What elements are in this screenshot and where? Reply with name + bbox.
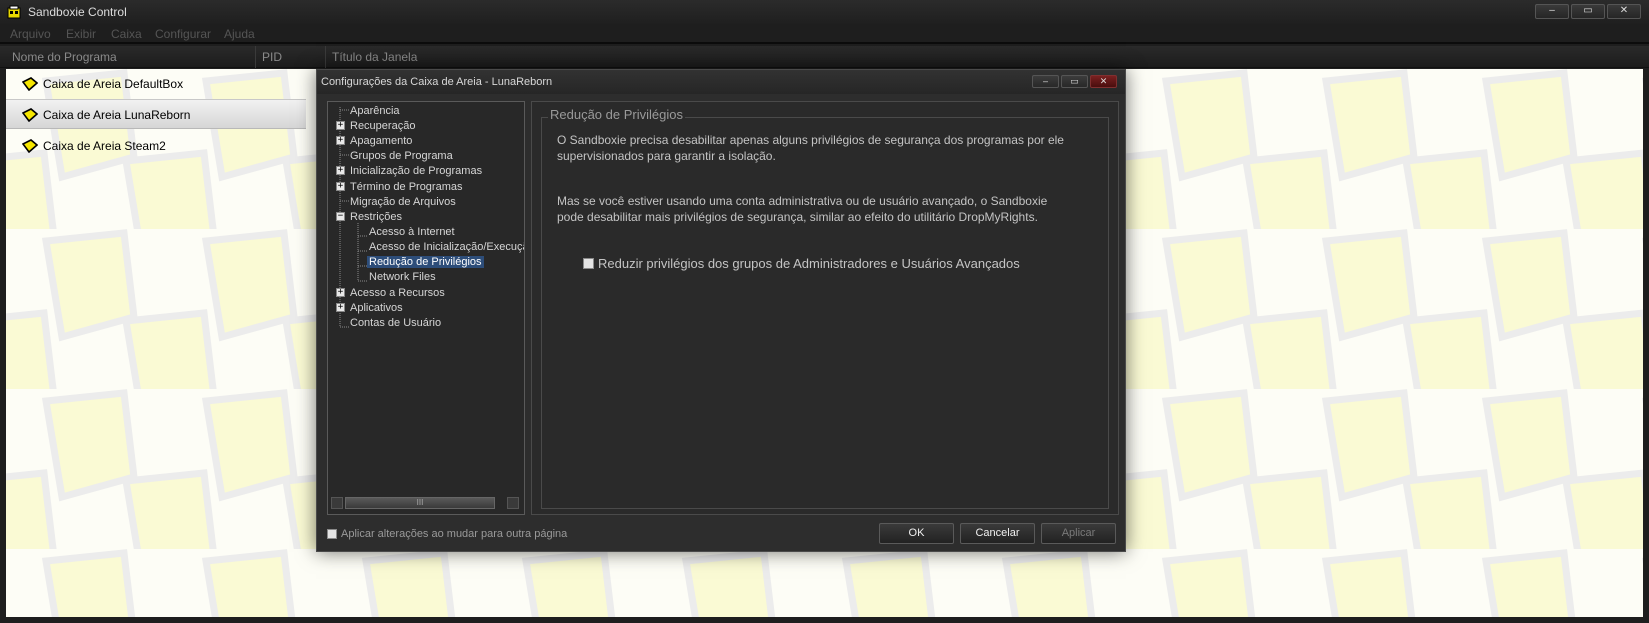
column-program-name[interactable]: Nome do Programa [12,50,117,64]
dialog-close-button[interactable]: ✕ [1090,75,1117,88]
column-pid[interactable]: PID [262,50,282,64]
sandbox-settings-dialog: Configurações da Caixa de Areia - LunaRe… [316,69,1126,552]
tree-item-reducao-de-privilegios[interactable]: Redução de Privilégios [367,256,484,268]
description-paragraph-1: O Sandboxie precisa desabilitar apenas a… [557,133,1064,163]
sandbox-icon [22,108,38,122]
cancel-button[interactable]: Cancelar [960,523,1035,544]
menu-arquivo[interactable]: Arquivo [10,27,51,41]
tree-item-grupos-de-programa[interactable]: Grupos de Programa [350,150,453,162]
apply-on-switch-option[interactable]: Aplicar alterações ao mudar para outra p… [327,528,567,540]
description-paragraph-2: Mas se você estiver usando uma conta adm… [557,194,1048,224]
scroll-left-button[interactable] [331,497,343,509]
sandbox-icon [22,139,38,153]
group-box [541,117,1109,509]
sandbox-icon [22,77,38,91]
main-titlebar: Sandboxie Control – ▭ ✕ [0,0,1649,24]
reduce-privileges-checkbox[interactable] [583,258,594,269]
apply-button[interactable]: Aplicar [1041,523,1116,544]
tree-item-acesso-de-inicializacao[interactable]: Acesso de Inicialização/Execução [369,241,524,253]
settings-page: Redução de Privilégios O Sandboxie preci… [531,101,1119,515]
maximize-button[interactable]: ▭ [1571,4,1605,19]
scroll-right-button[interactable] [507,497,519,509]
dialog-title: Configurações da Caixa de Areia - LunaRe… [321,76,553,88]
tree-item-aplicativos[interactable]: Aplicativos [350,302,403,314]
column-window-title[interactable]: Título da Janela [332,50,417,64]
tree-horizontal-scrollbar[interactable]: III [331,497,521,511]
ok-button[interactable]: OK [879,523,954,544]
expand-icon[interactable]: + [336,288,345,297]
sandbox-row-steam2[interactable]: Caixa de Areia Steam2 [6,131,306,161]
expand-icon[interactable]: + [336,303,345,312]
minimize-button[interactable]: – [1535,4,1569,19]
apply-on-switch-checkbox[interactable] [327,529,337,539]
tree-item-aparencia[interactable]: Aparência [350,105,400,117]
apply-on-switch-label[interactable]: Aplicar alterações ao mudar para outra p… [341,528,567,540]
close-button[interactable]: ✕ [1607,4,1641,19]
tree-item-acesso-a-recursos[interactable]: Acesso a Recursos [350,287,445,299]
collapse-icon[interactable]: − [336,212,345,221]
page-title: Redução de Privilégios [548,107,685,122]
sandbox-row-defaultbox[interactable]: Caixa de Areia DefaultBox [6,69,306,99]
reduce-privileges-label[interactable]: Reduzir privilégios dos grupos de Admini… [598,256,1020,271]
column-divider[interactable] [325,46,326,68]
dialog-maximize-button[interactable]: ▭ [1061,75,1088,88]
column-header: Nome do Programa PID Título da Janela [0,46,1649,68]
menu-exibir[interactable]: Exibir [66,27,96,41]
tree-item-restricoes[interactable]: Restrições [350,211,402,223]
column-divider[interactable] [255,46,256,68]
window-title: Sandboxie Control [28,5,127,19]
menu-bar: Arquivo Exibir Caixa Configurar Ajuda [0,24,1649,44]
menu-caixa[interactable]: Caixa [111,27,142,41]
tree-item-contas-de-usuario[interactable]: Contas de Usuário [350,317,441,329]
tree-item-apagamento[interactable]: Apagamento [350,135,412,147]
menu-ajuda[interactable]: Ajuda [224,27,255,41]
expand-icon[interactable]: + [336,166,345,175]
reduce-privileges-option[interactable]: Reduzir privilégios dos grupos de Admini… [583,256,1020,271]
settings-tree[interactable]: + + + + − + + Aparência Recuperação Apag… [327,101,525,515]
tree-item-recuperacao[interactable]: Recuperação [350,120,415,132]
tree-item-migracao-de-arquivos[interactable]: Migração de Arquivos [350,196,456,208]
menu-configurar[interactable]: Configurar [155,27,211,41]
dialog-titlebar: Configurações da Caixa de Areia - LunaRe… [317,70,1125,94]
window-bottom-border [0,617,1649,623]
tree-item-acesso-a-internet[interactable]: Acesso à Internet [369,226,455,238]
sandbox-label: Caixa de Areia DefaultBox [43,77,184,91]
expand-icon[interactable]: + [336,182,345,191]
expand-icon[interactable]: + [336,136,345,145]
scroll-thumb[interactable]: III [345,497,495,509]
tree-item-termino-de-programas[interactable]: Término de Programas [350,181,463,193]
sandbox-row-lunareborn[interactable]: Caixa de Areia LunaReborn [6,99,306,129]
tree-item-network-files[interactable]: Network Files [369,271,436,283]
sandbox-label: Caixa de Areia Steam2 [43,139,166,153]
dialog-minimize-button[interactable]: – [1032,75,1059,88]
sandboxie-app-icon [7,5,21,19]
expand-icon[interactable]: + [336,121,345,130]
tree-item-inicializacao-de-programas[interactable]: Inicialização de Programas [350,165,482,177]
sandbox-label: Caixa de Areia LunaReborn [43,108,191,122]
